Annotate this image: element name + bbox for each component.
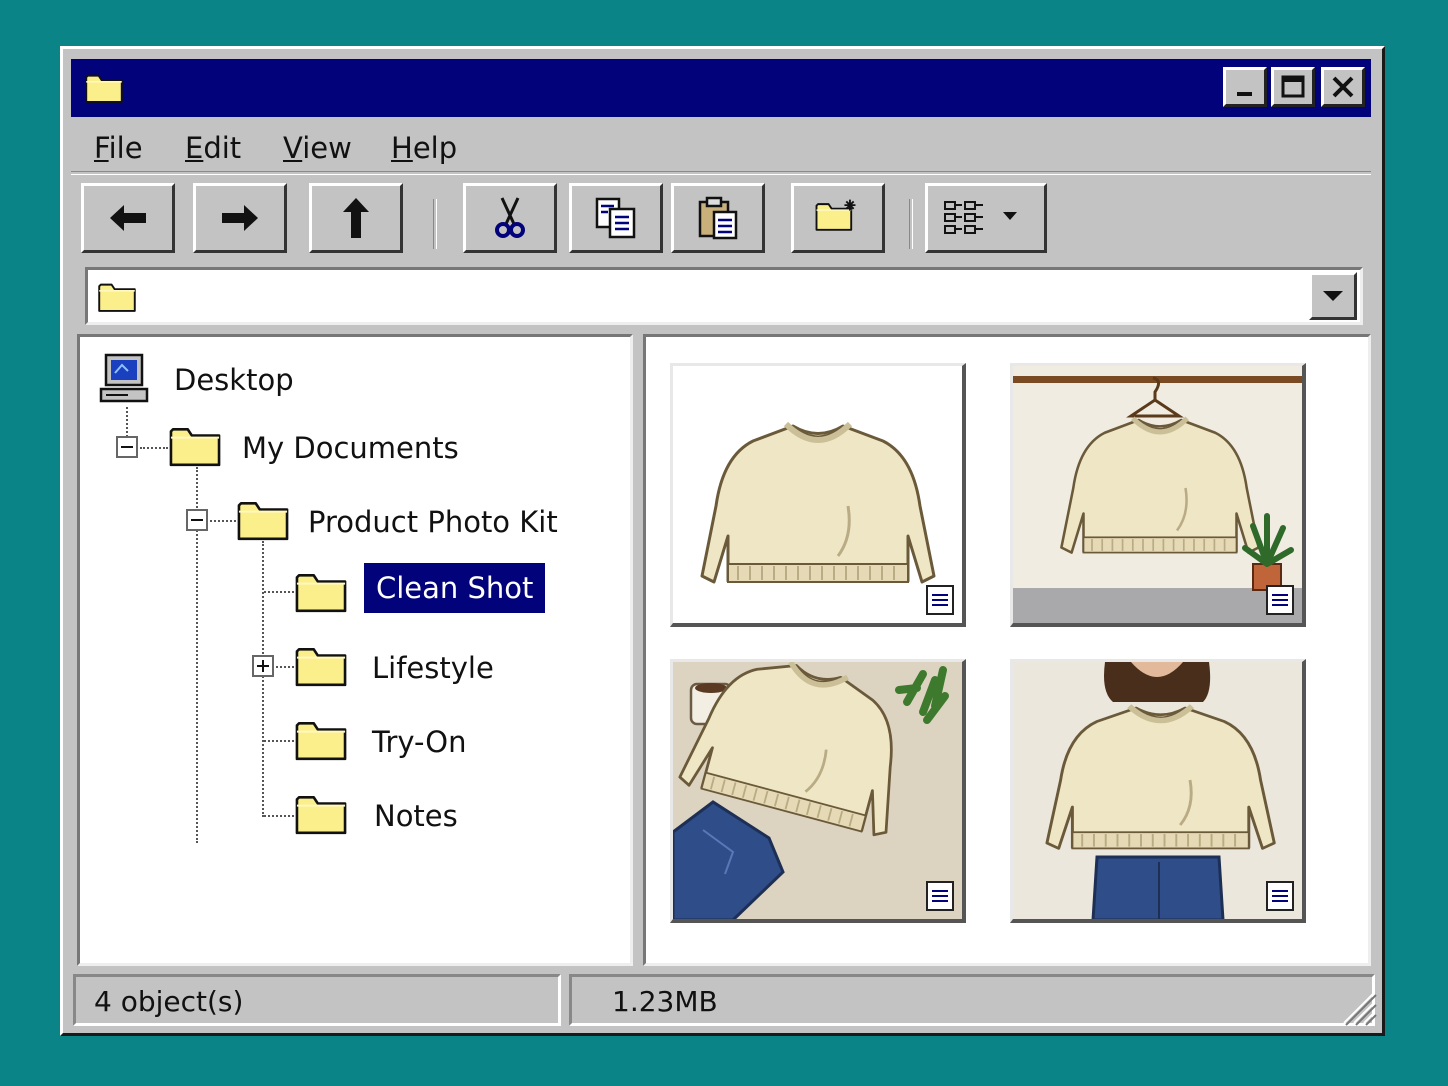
thumbnail-sweater-plain[interactable] [670, 363, 966, 627]
close-button[interactable] [1321, 67, 1365, 107]
new-folder-icon [815, 199, 856, 231]
thumbnail-sweater-on-hanger[interactable] [1010, 363, 1306, 627]
toolbar-separator [909, 199, 913, 249]
desktop-computer-icon [99, 353, 149, 403]
forward-button[interactable] [193, 183, 287, 253]
resize-grip-icon[interactable] [1338, 987, 1378, 1027]
tree-item-try-on[interactable]: Try-On [372, 725, 467, 759]
folder-tree-pane[interactable]: Desktop My Documents Product Photo Kit C… [77, 334, 633, 966]
folder-icon [85, 74, 123, 103]
folder-icon [295, 721, 347, 761]
sweater-hanger-image [1013, 376, 1302, 623]
toolbar-separator [433, 199, 437, 249]
menu-file[interactable]: File [94, 131, 143, 165]
tree-connector [262, 541, 264, 817]
up-button[interactable] [309, 183, 403, 253]
tree-item-product-photo-kit[interactable]: Product Photo Kit [308, 505, 558, 539]
tree-item-clean-shot[interactable]: Clean Shot [364, 563, 546, 613]
tree-connector [210, 520, 236, 522]
document-icon [1266, 585, 1294, 615]
collapse-icon[interactable] [186, 509, 208, 531]
menu-view[interactable]: View [283, 131, 352, 165]
sweater-worn-image [1013, 662, 1303, 919]
minimize-button[interactable] [1223, 67, 1267, 107]
title-bar[interactable] [71, 59, 1371, 117]
menu-bar: File Edit View Help [71, 119, 1371, 171]
minimize-icon [1237, 92, 1252, 96]
folder-icon [237, 501, 289, 541]
sweater-image [673, 366, 963, 624]
menu-divider [71, 171, 1371, 175]
paste-icon [698, 196, 738, 240]
document-icon [1266, 881, 1294, 911]
status-object-count: 4 object(s) [73, 974, 561, 1026]
menu-edit[interactable]: Edit [185, 131, 241, 165]
up-icon [343, 198, 369, 238]
copy-button[interactable] [569, 183, 663, 253]
menu-help[interactable]: Help [391, 131, 457, 165]
tree-connector [264, 591, 294, 593]
close-icon [1332, 76, 1354, 98]
tree-connector [276, 666, 294, 668]
tree-item-desktop[interactable]: Desktop [174, 363, 294, 397]
chevron-down-icon [1323, 291, 1343, 301]
file-list-pane[interactable] [643, 334, 1371, 966]
document-icon [926, 881, 954, 911]
new-folder-button[interactable] [791, 183, 885, 253]
folder-icon [98, 283, 136, 312]
cut-icon [495, 197, 525, 238]
forward-icon [222, 205, 258, 231]
explorer-window: File Edit View Help Desktop My Documents… [60, 46, 1385, 1036]
thumbnail-sweater-worn[interactable] [1010, 659, 1306, 923]
folder-icon [295, 573, 347, 613]
maximize-button[interactable] [1271, 67, 1315, 107]
back-icon [110, 205, 146, 231]
expand-icon[interactable] [252, 655, 274, 677]
collapse-icon[interactable] [116, 436, 138, 458]
pane-splitter[interactable] [635, 334, 643, 966]
cut-button[interactable] [463, 183, 557, 253]
document-icon [926, 585, 954, 615]
status-size: 1.23MB [569, 974, 1375, 1026]
folder-icon [295, 795, 347, 835]
thumbnail-sweater-flatlay[interactable] [670, 659, 966, 923]
folder-icon [169, 427, 221, 467]
tree-connector [140, 447, 168, 449]
address-bar[interactable] [85, 267, 1363, 325]
copy-icon [595, 197, 636, 239]
paste-button[interactable] [671, 183, 765, 253]
tree-connector [264, 740, 294, 742]
address-dropdown-button[interactable] [1309, 272, 1357, 320]
view-menu-icon [944, 201, 1017, 234]
back-button[interactable] [81, 183, 175, 253]
tree-item-notes[interactable]: Notes [374, 799, 458, 833]
tree-item-lifestyle[interactable]: Lifestyle [372, 651, 494, 685]
sweater-flatlay-image [673, 662, 962, 919]
view-menu-button[interactable] [925, 183, 1047, 253]
maximize-icon [1281, 75, 1305, 98]
folder-icon [295, 647, 347, 687]
tree-item-my-documents[interactable]: My Documents [242, 431, 459, 465]
tree-connector [264, 815, 294, 817]
